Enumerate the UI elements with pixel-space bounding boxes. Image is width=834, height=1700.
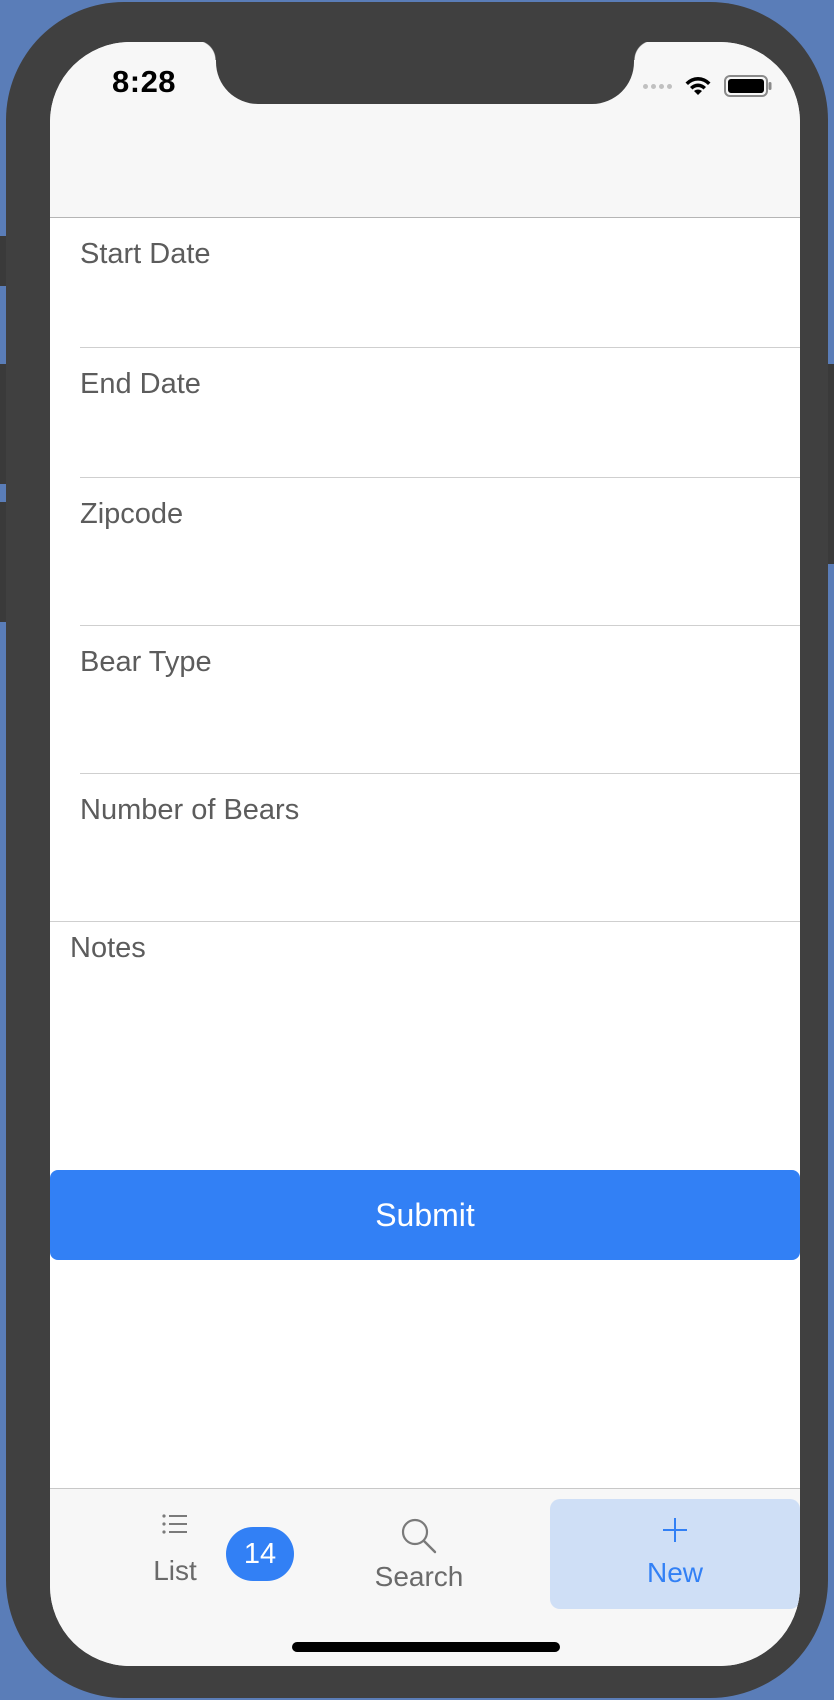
- phone-frame: 8:28 Start Date End Date Zipcode Bear Ty…: [6, 2, 828, 1698]
- tab-label: Search: [374, 1561, 464, 1592]
- tab-bar: List 14 Search New: [50, 1488, 800, 1666]
- bear-report-form: Start Date End Date Zipcode Bear Type Nu…: [50, 218, 800, 1172]
- status-icons: [643, 74, 772, 98]
- tab-label: List: [153, 1555, 197, 1586]
- end-date-field[interactable]: End Date: [50, 348, 800, 478]
- signal-icon: [643, 83, 672, 89]
- side-button: [828, 364, 834, 564]
- start-date-field[interactable]: Start Date: [50, 218, 800, 348]
- wifi-icon: [684, 75, 712, 97]
- notification-badge: 14: [226, 1527, 294, 1581]
- number-of-bears-field[interactable]: Number of Bears: [50, 774, 800, 922]
- search-icon: [400, 1517, 438, 1555]
- submit-button[interactable]: Submit: [50, 1170, 800, 1260]
- tab-new[interactable]: New: [550, 1499, 800, 1609]
- plus-icon: [660, 1515, 690, 1549]
- bear-type-field[interactable]: Bear Type: [50, 626, 800, 774]
- notch: [196, 42, 654, 104]
- tab-list[interactable]: List 14: [118, 1507, 294, 1619]
- field-label: Zipcode: [80, 498, 184, 530]
- screen: 8:28 Start Date End Date Zipcode Bear Ty…: [50, 42, 800, 1666]
- field-label: Start Date: [80, 238, 211, 270]
- notes-textarea[interactable]: Notes: [50, 922, 800, 1172]
- field-label: Bear Type: [80, 646, 212, 678]
- field-label: End Date: [80, 368, 201, 400]
- field-label: Number of Bears: [80, 794, 300, 826]
- zipcode-field[interactable]: Zipcode: [50, 478, 800, 626]
- tab-label: New: [646, 1557, 703, 1588]
- home-indicator[interactable]: [292, 1642, 560, 1652]
- notes-placeholder: Notes: [70, 932, 146, 964]
- status-time: 8:28: [112, 64, 177, 99]
- battery-icon: [724, 75, 772, 97]
- list-icon: [160, 1507, 190, 1545]
- tab-search[interactable]: Search: [350, 1517, 488, 1629]
